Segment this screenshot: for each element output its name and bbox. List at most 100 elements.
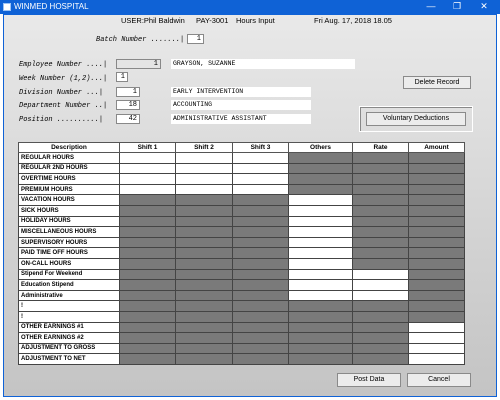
row-label: REGULAR 2ND HOURS: [18, 162, 120, 175]
input-cell[interactable]: [288, 247, 353, 259]
input-cell[interactable]: [288, 215, 353, 228]
disabled-cell: [175, 332, 233, 344]
disabled-cell: [119, 247, 176, 259]
disabled-cell: [175, 194, 233, 206]
batch-number-field[interactable]: 1: [187, 34, 204, 44]
info-bar: USER:Phil Baldwin PAY-3001 Hours Input F…: [4, 15, 496, 26]
disabled-cell: [119, 204, 176, 217]
table-row: OVERTIME HOURS: [18, 173, 465, 185]
input-cell[interactable]: [288, 289, 353, 302]
employee-number-field[interactable]: 1: [116, 59, 161, 69]
row-label: Administrative: [18, 289, 120, 302]
disabled-cell: [408, 204, 465, 217]
department-name: ACCOUNTING: [171, 100, 311, 110]
input-cell[interactable]: [352, 279, 409, 291]
disabled-cell: [408, 215, 465, 228]
disabled-cell: [232, 226, 289, 238]
row-label: Stipend For Weekend: [18, 268, 120, 281]
title-bar: WINMED HOSPITAL — ❐ ✕: [0, 0, 500, 14]
disabled-cell: [175, 204, 233, 217]
disabled-cell: [232, 215, 289, 228]
disabled-cell: [288, 353, 353, 365]
disabled-cell: [352, 215, 409, 228]
disabled-cell: [408, 194, 465, 206]
position-name: ADMINISTRATIVE ASSISTANT: [171, 114, 311, 124]
input-cell[interactable]: [232, 183, 289, 196]
input-cell[interactable]: [408, 342, 465, 355]
disabled-cell: [232, 321, 289, 334]
datetime: Fri Aug. 17, 2018 18.05: [314, 16, 392, 25]
disabled-cell: [352, 310, 409, 323]
maximize-button[interactable]: ❐: [446, 0, 468, 14]
input-cell[interactable]: [408, 321, 465, 334]
input-cell[interactable]: [288, 268, 353, 281]
disabled-cell: [119, 310, 176, 323]
disabled-cell: [119, 194, 176, 206]
division-name: EARLY INTERVENTION: [171, 87, 311, 97]
input-cell[interactable]: [175, 183, 233, 196]
division-number-label: Division Number ...|: [19, 89, 104, 97]
input-cell[interactable]: [288, 279, 353, 291]
disabled-cell: [352, 332, 409, 344]
input-cell[interactable]: [232, 152, 289, 164]
disabled-cell: [352, 173, 409, 185]
input-cell[interactable]: [352, 268, 409, 281]
input-cell[interactable]: [288, 226, 353, 238]
disabled-cell: [175, 321, 233, 334]
column-header: Shift 2: [175, 142, 233, 153]
week-number-field[interactable]: 1: [116, 72, 128, 82]
disabled-cell: [288, 173, 353, 185]
input-cell[interactable]: [232, 173, 289, 185]
post-data-button[interactable]: Post Data: [337, 373, 401, 387]
delete-record-button[interactable]: Delete Record: [403, 76, 471, 89]
week-number-label: Week Number (1,2)...|: [19, 75, 108, 83]
row-label: Education Stipend: [18, 279, 120, 291]
input-cell[interactable]: [288, 194, 353, 206]
disabled-cell: [175, 353, 233, 365]
row-label: SUPERVISORY HOURS: [18, 236, 120, 249]
input-cell[interactable]: [175, 162, 233, 175]
minimize-button[interactable]: —: [420, 0, 442, 14]
hours-input-form: USER:Phil Baldwin PAY-3001 Hours Input F…: [3, 14, 497, 397]
disabled-cell: [232, 257, 289, 270]
department-number-label: Department Number ..|: [19, 102, 108, 110]
disabled-cell: [232, 204, 289, 217]
division-number-field[interactable]: 1: [116, 87, 140, 97]
input-cell[interactable]: [408, 332, 465, 344]
disabled-cell: [232, 310, 289, 323]
disabled-cell: [119, 279, 176, 291]
row-label: MISCELLANEOUS HOURS: [18, 226, 120, 238]
disabled-cell: [288, 162, 353, 175]
close-button[interactable]: ✕: [473, 0, 495, 14]
input-cell[interactable]: [119, 152, 176, 164]
disabled-cell: [232, 236, 289, 249]
input-cell[interactable]: [232, 162, 289, 175]
disabled-cell: [408, 289, 465, 302]
column-header: Others: [288, 142, 353, 153]
disabled-cell: [352, 183, 409, 196]
input-cell[interactable]: [288, 257, 353, 270]
disabled-cell: [232, 289, 289, 302]
input-cell[interactable]: [119, 162, 176, 175]
department-number-field[interactable]: 18: [116, 100, 140, 110]
table-row: SUPERVISORY HOURS: [18, 236, 465, 249]
row-label: REGULAR HOURS: [18, 152, 120, 164]
input-cell[interactable]: [408, 353, 465, 365]
input-cell[interactable]: [175, 173, 233, 185]
input-cell[interactable]: [119, 183, 176, 196]
disabled-cell: [175, 279, 233, 291]
disabled-cell: [119, 215, 176, 228]
input-cell[interactable]: [119, 173, 176, 185]
input-cell[interactable]: [175, 152, 233, 164]
input-cell[interactable]: [352, 289, 409, 302]
input-cell[interactable]: [288, 236, 353, 249]
voluntary-deductions-button[interactable]: Voluntary Deductions: [366, 112, 466, 126]
disabled-cell: [288, 332, 353, 344]
disabled-cell: [119, 353, 176, 365]
cancel-button[interactable]: Cancel: [407, 373, 471, 387]
disabled-cell: [352, 236, 409, 249]
disabled-cell: [175, 247, 233, 259]
position-number-field[interactable]: 42: [116, 114, 140, 124]
row-label: OTHER EARNINGS #1: [18, 321, 120, 334]
input-cell[interactable]: [288, 204, 353, 217]
